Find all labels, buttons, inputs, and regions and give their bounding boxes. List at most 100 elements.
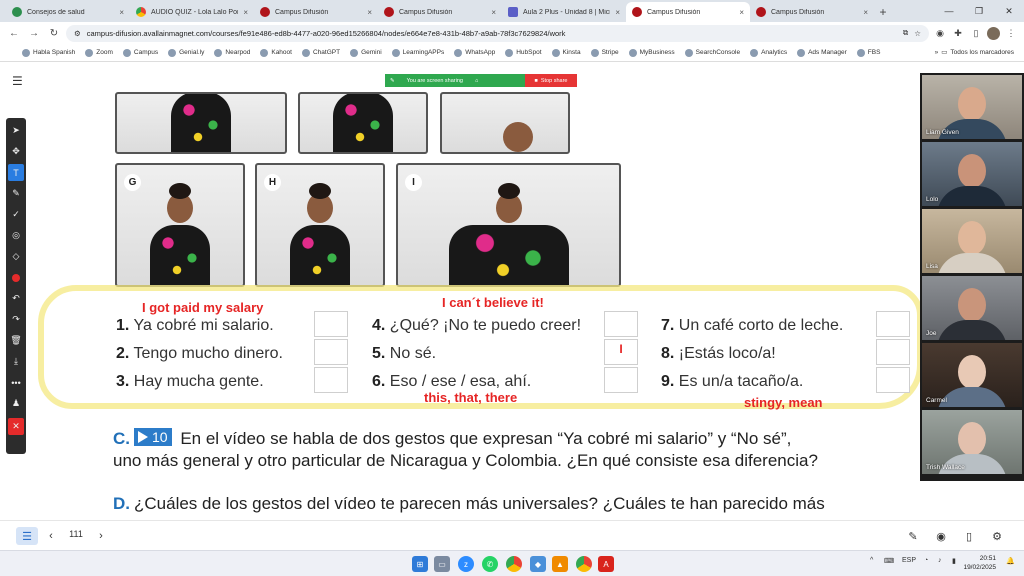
vlc-icon[interactable]: ▲ <box>552 556 568 572</box>
participant-icon[interactable]: ♟ <box>8 395 24 412</box>
page-number[interactable]: 111 <box>66 529 86 539</box>
answer-box-3[interactable] <box>314 367 348 393</box>
zoom-app-icon[interactable]: z <box>458 556 474 572</box>
share-options-icon[interactable]: ⌂ <box>475 78 478 84</box>
answer-box-7[interactable] <box>876 311 910 337</box>
answer-box-4[interactable] <box>604 311 638 337</box>
undo-icon[interactable]: ↶ <box>8 290 24 307</box>
windows-start-icon[interactable]: ⊞ <box>412 556 428 572</box>
participant-tile[interactable]: Trish Wallace <box>922 410 1022 474</box>
video-button[interactable]: 10 <box>134 428 172 446</box>
document-icon[interactable]: ▯ <box>960 527 978 545</box>
bookmark-item[interactable]: Zoom <box>85 48 113 57</box>
battery-icon[interactable]: ▮ <box>952 557 956 565</box>
answer-box-5[interactable]: I <box>604 339 638 365</box>
site-info-icon[interactable]: ⚙ <box>74 29 81 38</box>
participant-tile[interactable]: Carmel <box>922 343 1022 407</box>
keyboard-icon[interactable]: ⌨ <box>884 557 894 565</box>
bookmark-item[interactable]: LearningAPPs <box>391 48 444 57</box>
install-app-icon[interactable]: ⧉ <box>903 28 908 38</box>
language-indicator[interactable]: ESP <box>902 557 916 564</box>
tray-chevron-icon[interactable]: ^ <box>870 557 873 564</box>
profile-avatar[interactable] <box>987 26 1000 40</box>
wifi-icon[interactable]: ◔ <box>924 557 928 564</box>
minimize-icon[interactable]: — <box>934 0 964 22</box>
close-tab-icon[interactable]: × <box>491 8 496 17</box>
close-tab-icon[interactable]: × <box>119 8 124 17</box>
spotlight-icon[interactable]: ◎ <box>8 227 24 244</box>
volume-icon[interactable]: ♪ <box>938 557 942 564</box>
bookmark-item[interactable]: Campus <box>122 48 158 57</box>
bookmark-item[interactable]: ChatGPT <box>301 48 340 57</box>
whatsapp-icon[interactable]: ✆ <box>482 556 498 572</box>
maximize-icon[interactable]: ❐ <box>964 0 994 22</box>
new-tab-button[interactable]: + <box>874 2 892 22</box>
page-list-icon[interactable]: ☰ <box>16 527 38 545</box>
settings-gear-icon[interactable]: ⚙ <box>988 527 1006 545</box>
check-icon[interactable]: ✓ <box>8 206 24 223</box>
prev-page-icon[interactable]: ‹ <box>44 527 58 545</box>
bookmark-item[interactable]: Genial.ly <box>168 48 204 57</box>
bookmark-item[interactable]: Analytics <box>750 48 787 57</box>
bookmark-item[interactable]: Gemini <box>350 48 382 57</box>
answer-box-8[interactable] <box>876 339 910 365</box>
participant-tile[interactable]: Lisa <box>922 209 1022 273</box>
pen-icon[interactable]: ✎ <box>8 185 24 202</box>
annotate-icon[interactable]: ✎ <box>904 527 922 545</box>
reload-icon[interactable]: ↻ <box>46 25 62 41</box>
bookmark-item[interactable]: Ads Manager <box>797 48 847 57</box>
text-tool-icon[interactable]: T <box>8 164 24 181</box>
bookmark-item[interactable]: HubSpot <box>505 48 542 57</box>
all-bookmarks[interactable]: » ▭ Todos los marcadores <box>935 48 1014 57</box>
url-box[interactable]: ⚙ ⧉ ☆ <box>66 24 929 42</box>
forward-arrow-icon[interactable]: → <box>26 25 42 41</box>
bookmark-item[interactable]: WhatsApp <box>454 48 495 57</box>
bookmark-star-icon[interactable]: ☆ <box>914 29 921 38</box>
bookmark-item[interactable]: MyBusiness <box>628 48 675 57</box>
side-panel-icon[interactable]: ▯ <box>969 26 983 40</box>
more-menu-icon[interactable]: ⋮ <box>1004 26 1018 40</box>
trash-icon[interactable]: 🗑 <box>8 332 24 349</box>
close-tab-icon[interactable]: × <box>367 8 372 17</box>
more-icon[interactable]: ••• <box>8 374 24 391</box>
system-clock[interactable]: 20:51 19/02/2025 <box>963 554 996 572</box>
bookmark-item[interactable]: Stripe <box>590 48 619 57</box>
bookmark-item[interactable]: FBS <box>856 48 880 57</box>
bookmark-item[interactable]: Kinsta <box>551 48 581 57</box>
stop-share-button[interactable]: ■ Stop share <box>525 74 577 87</box>
bookmark-item[interactable]: Kahoot <box>260 48 292 57</box>
close-tab-icon[interactable]: × <box>615 8 620 17</box>
redo-icon[interactable]: ↷ <box>8 311 24 328</box>
back-arrow-icon[interactable]: ← <box>6 25 22 41</box>
close-toolbar-icon[interactable]: ✕ <box>8 418 24 435</box>
acrobat-icon[interactable]: A <box>598 556 614 572</box>
notifications-icon[interactable]: 🔔 <box>1006 557 1015 565</box>
extension-icon[interactable]: ◉ <box>933 26 947 40</box>
answer-box-1[interactable] <box>314 311 348 337</box>
color-picker-icon[interactable] <box>8 269 24 286</box>
pointer-icon[interactable]: ➤ <box>8 122 24 139</box>
save-icon[interactable]: ⤓ <box>8 353 24 370</box>
eraser-icon[interactable]: ◇ <box>8 248 24 265</box>
tab-0[interactable]: Consejos de salud × <box>6 2 130 22</box>
close-tab-icon[interactable]: × <box>243 8 248 17</box>
app-icon[interactable]: ◆ <box>530 556 546 572</box>
participant-tile[interactable]: Liam Given <box>922 75 1022 139</box>
explorer-icon[interactable]: ▭ <box>434 556 450 572</box>
participant-tile-active-speaker[interactable]: Joe <box>922 276 1022 340</box>
participant-tile[interactable]: Lolo <box>922 142 1022 206</box>
extensions-puzzle-icon[interactable]: ✚ <box>951 26 965 40</box>
chrome-profile-icon[interactable] <box>576 556 592 572</box>
hamburger-menu-icon[interactable]: ☰ <box>12 74 23 88</box>
move-icon[interactable]: ✥ <box>8 143 24 160</box>
bookmark-item[interactable]: SearchConsole <box>684 48 740 57</box>
tab-4[interactable]: Aula 2 Plus - Unidad 8 | Micros × <box>502 2 626 22</box>
tab-1[interactable]: AUDIO QUIZ - Lola Lalo Por ani× <box>130 2 254 22</box>
tab-2[interactable]: Campus Difusión × <box>254 2 378 22</box>
answer-box-9[interactable] <box>876 367 910 393</box>
close-window-icon[interactable]: ✕ <box>994 0 1024 22</box>
chrome-icon[interactable] <box>506 556 522 572</box>
view-icon[interactable]: ◉ <box>932 527 950 545</box>
url-input[interactable] <box>86 28 897 38</box>
tab-6[interactable]: Campus Difusión × <box>750 2 874 22</box>
